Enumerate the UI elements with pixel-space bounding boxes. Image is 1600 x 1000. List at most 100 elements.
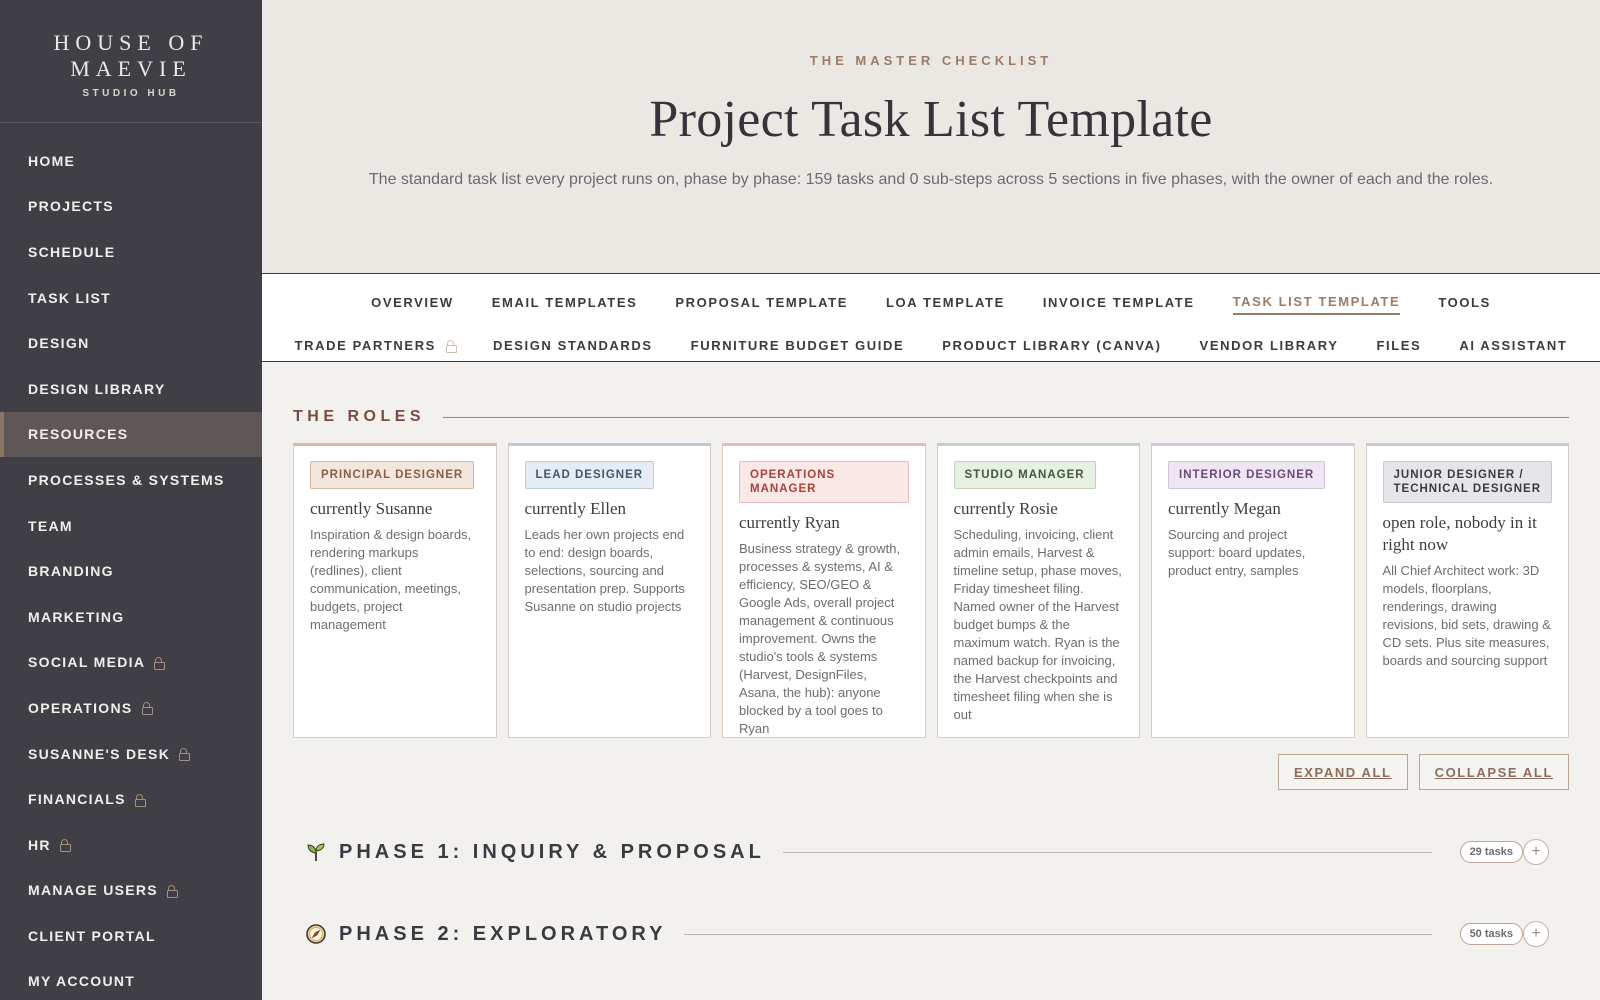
tab-label: FURNITURE BUDGET GUIDE xyxy=(690,337,905,353)
tab-label: AI ASSISTANT xyxy=(1459,337,1568,353)
divider xyxy=(782,851,1432,853)
sidebar-item-hr[interactable]: HR xyxy=(0,822,262,868)
expand-collapse-actions: EXPAND ALL COLLAPSE ALL xyxy=(293,754,1569,790)
sidebar-item-label: OPERATIONS xyxy=(28,699,133,716)
role-badge: STUDIO MANAGER xyxy=(953,461,1096,489)
expand-all-button[interactable]: EXPAND ALL xyxy=(1277,754,1408,790)
sidebar-item-home[interactable]: HOME xyxy=(0,138,262,184)
tab-invoice-template[interactable]: INVOICE TEMPLATE xyxy=(1043,295,1195,314)
role-badge: INTERIOR DESIGNER xyxy=(1168,461,1326,489)
sidebar-item-label: RESOURCES xyxy=(28,426,129,443)
role-description: Inspiration & design boards, rendering m… xyxy=(310,527,472,632)
tab-trade-partners[interactable]: TRADE PARTNERS xyxy=(294,337,457,357)
sidebar-item-operations[interactable]: OPERATIONS xyxy=(0,685,262,731)
tab-label: FILES xyxy=(1376,337,1422,353)
tab-label: INVOICE TEMPLATE xyxy=(1042,294,1195,310)
sidebar-item-design-library[interactable]: DESIGN LIBRARY xyxy=(0,366,262,412)
collapse-all-button[interactable]: COLLAPSE ALL xyxy=(1418,754,1569,790)
tab-label: TOOLS xyxy=(1438,294,1491,310)
tab-overview[interactable]: OVERVIEW xyxy=(371,295,454,314)
sidebar-item-label: PROCESSES & SYSTEMS xyxy=(28,471,225,488)
role-badge: LEAD DESIGNER xyxy=(524,461,655,489)
sidebar-item-financials[interactable]: FINANCIALS xyxy=(0,776,262,822)
task-count-badge: 50 tasks xyxy=(1459,923,1523,945)
sidebar-item-processes-systems[interactable]: PROCESSES & SYSTEMS xyxy=(0,457,262,503)
lock-icon xyxy=(141,702,153,716)
page-title: Project Task List Template xyxy=(649,91,1213,148)
tab-vendor-library[interactable]: VENDOR LIBRARY xyxy=(1200,338,1339,357)
phase-1-header[interactable]: PHASE 1: INQUIRY & PROPOSAL 29 tasks + xyxy=(293,832,1569,872)
role-card: PRINCIPAL DESIGNER currently Susanne Inspi… xyxy=(293,443,497,738)
tab-label: EMAIL TEMPLATES xyxy=(491,294,638,310)
resource-tabs: OVERVIEW EMAIL TEMPLATES PROPOSAL TEMPLATE… xyxy=(262,274,1600,362)
role-card: OPERATIONS MANAGER currently Ryan Business… xyxy=(722,443,926,738)
role-description: Scheduling, invoicing, client admin emai… xyxy=(953,527,1122,722)
tab-label: TRADE PARTNERS xyxy=(294,337,436,353)
role-card: STUDIO MANAGER currently Rosie Scheduling,… xyxy=(936,443,1140,738)
sidebar-item-projects[interactable]: PROJECTS xyxy=(0,184,262,230)
task-list-content: THE ROLES PRINCIPAL DESIGNER currently Su… xyxy=(262,408,1600,954)
compass-icon xyxy=(306,924,326,944)
sidebar-item-label: MARKETING xyxy=(28,608,125,625)
tab-furniture-budget-guide[interactable]: FURNITURE BUDGET GUIDE xyxy=(691,338,905,357)
divider xyxy=(443,416,1569,418)
tab-tools[interactable]: TOOLS xyxy=(1438,295,1491,314)
sidebar-item-task-list[interactable]: TASK LIST xyxy=(0,275,262,321)
role-person: open role, nobody in it right now xyxy=(1382,513,1537,554)
sidebar-item-label: DESIGN LIBRARY xyxy=(28,380,166,397)
sidebar-item-label: SCHEDULE xyxy=(28,243,116,260)
sidebar-item-label: TASK LIST xyxy=(28,289,111,306)
role-badge: JUNIOR DESIGNER / TECHNICAL DESIGNER xyxy=(1382,461,1552,503)
tab-label: TASK LIST TEMPLATE xyxy=(1232,293,1401,309)
sidebar-item-susanne-s-desk[interactable]: SUSANNE'S DESK xyxy=(0,731,262,777)
sidebar-item-branding[interactable]: BRANDING xyxy=(0,548,262,594)
sidebar-item-label: BRANDING xyxy=(28,563,114,580)
sidebar-item-label: DESIGN xyxy=(28,335,90,352)
role-badge: OPERATIONS MANAGER xyxy=(739,461,909,503)
tab-label: DESIGN STANDARDS xyxy=(492,337,653,353)
tab-design-standards[interactable]: DESIGN STANDARDS xyxy=(493,338,653,357)
phase-title: PHASE 2: EXPLORATORY xyxy=(339,922,667,945)
sidebar-item-client-portal[interactable]: CLIENT PORTAL xyxy=(0,913,262,959)
tab-row-2: TRADE PARTNERS DESIGN STANDARDS FURNITURE … xyxy=(262,329,1600,365)
lock-icon xyxy=(59,839,71,853)
tab-proposal-template[interactable]: PROPOSAL TEMPLATE xyxy=(675,295,848,314)
role-person: currently Ryan xyxy=(739,513,840,532)
role-badge: PRINCIPAL DESIGNER xyxy=(310,461,475,489)
tab-product-library-canva[interactable]: PRODUCT LIBRARY (CANVA) xyxy=(942,338,1161,357)
expand-phase-button[interactable]: + xyxy=(1523,839,1549,865)
sidebar-item-social-media[interactable]: SOCIAL MEDIA xyxy=(0,640,262,686)
phase-2-header[interactable]: PHASE 2: EXPLORATORY 50 tasks + xyxy=(293,914,1569,954)
sidebar-item-resources[interactable]: RESOURCES xyxy=(0,411,262,458)
sidebar-item-marketing[interactable]: MARKETING xyxy=(0,594,262,640)
role-description: Leads her own projects end to end: desig… xyxy=(524,527,685,614)
role-person: currently Rosie xyxy=(953,499,1058,518)
role-card: JUNIOR DESIGNER / TECHNICAL DESIGNER open… xyxy=(1365,443,1569,738)
sidebar-item-label: TEAM xyxy=(28,517,73,534)
sidebar-item-manage-users[interactable]: MANAGE USERS xyxy=(0,868,262,914)
tab-ai-assistant[interactable]: AI ASSISTANT xyxy=(1459,338,1567,357)
brand[interactable]: HOUSE OF MAEVIE STUDIO HUB xyxy=(0,0,262,123)
sidebar: HOUSE OF MAEVIE STUDIO HUB HOME PROJECTS S… xyxy=(0,0,262,1000)
sidebar-item-label: SUSANNE'S DESK xyxy=(28,745,171,762)
sidebar-item-design[interactable]: DESIGN xyxy=(0,320,262,366)
roles-heading: THE ROLES xyxy=(293,408,426,425)
sidebar-item-label: FINANCIALS xyxy=(28,791,126,808)
sidebar-item-schedule[interactable]: SCHEDULE xyxy=(0,229,262,275)
tab-label: VENDOR LIBRARY xyxy=(1199,337,1339,353)
tab-email-templates[interactable]: EMAIL TEMPLATES xyxy=(492,295,638,314)
tab-task-list-template[interactable]: TASK LIST TEMPLATE xyxy=(1232,293,1401,315)
main-content: THE MASTER CHECKLIST Project Task List T… xyxy=(262,0,1600,1000)
sidebar-item-my-account[interactable]: MY ACCOUNT xyxy=(0,959,262,1000)
role-cards: PRINCIPAL DESIGNER currently Susanne Inspi… xyxy=(293,443,1569,738)
role-person: currently Susanne xyxy=(310,499,433,518)
expand-phase-button[interactable]: + xyxy=(1523,921,1549,947)
sidebar-item-team[interactable]: TEAM xyxy=(0,503,262,549)
sidebar-item-label: PROJECTS xyxy=(28,198,114,215)
tab-files[interactable]: FILES xyxy=(1376,338,1421,357)
tab-loa-template[interactable]: LOA TEMPLATE xyxy=(886,295,1005,314)
role-person: currently Ellen xyxy=(524,499,627,518)
role-card: INTERIOR DESIGNER currently Megan Sourcing… xyxy=(1151,443,1355,738)
sprout-icon xyxy=(307,843,325,861)
role-person: currently Megan xyxy=(1168,499,1281,518)
